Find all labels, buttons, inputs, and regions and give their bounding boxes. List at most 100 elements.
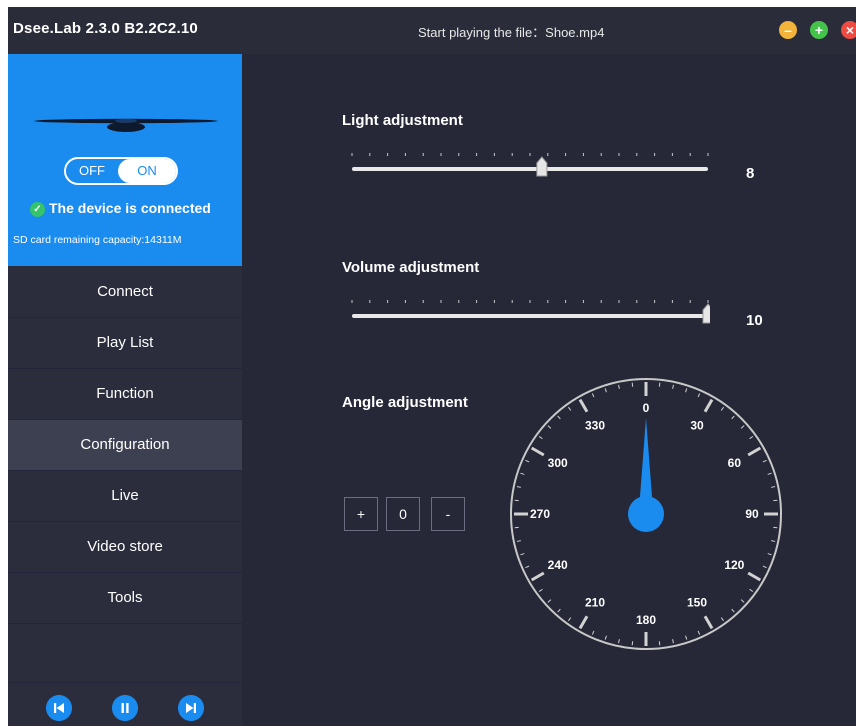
dial-tick <box>516 540 521 542</box>
dial-tick <box>672 639 674 644</box>
slider-thumb[interactable] <box>702 303 710 324</box>
dial-tick <box>720 406 724 411</box>
dial-tick <box>685 635 688 640</box>
light-label: Light adjustment <box>342 112 463 129</box>
hologram-fan-icon <box>34 118 218 132</box>
dial-label: 180 <box>636 613 656 627</box>
dial-tick <box>530 571 545 582</box>
dial-tick <box>538 588 543 592</box>
nav-item-connect[interactable]: Connect <box>8 267 242 318</box>
dial-tick <box>604 635 607 640</box>
slider-track <box>352 314 708 318</box>
app-window: Dsee.Lab 2.3.0 B2.2C2.10 Start playing t… <box>8 7 856 726</box>
dial-tick <box>762 565 767 569</box>
dial-tick <box>591 630 595 635</box>
volume-slider[interactable] <box>338 294 710 334</box>
nav-item-tools[interactable]: Tools <box>8 573 242 624</box>
nav-item-live[interactable]: Live <box>8 471 242 522</box>
check-circle-icon: ✓ <box>30 202 45 217</box>
dial-tick <box>578 615 589 630</box>
media-controls <box>8 682 242 726</box>
dial-tick <box>767 553 772 556</box>
dial-tick <box>685 388 688 393</box>
dial-label: 60 <box>728 456 742 470</box>
light-value: 8 <box>746 165 755 182</box>
connection-status: ✓ The device is connected <box>30 200 211 217</box>
configuration-panel: Light adjustment 8 Volume adjustment 10 … <box>242 54 856 726</box>
dial-tick <box>771 540 776 542</box>
dial-label: 30 <box>690 419 704 433</box>
dial-label: 150 <box>687 595 707 609</box>
minimize-button[interactable]: – <box>779 21 797 39</box>
dial-label: 300 <box>548 456 568 470</box>
sd-capacity: SD card remaining capacity:14311M <box>13 234 182 246</box>
dial-tick <box>731 415 735 420</box>
maximize-button[interactable]: + <box>810 21 828 39</box>
dial-tick <box>749 436 754 440</box>
dial-tick <box>767 472 772 475</box>
dial-tick <box>520 553 525 556</box>
dial-label: 330 <box>585 419 605 433</box>
title-bar: Dsee.Lab 2.3.0 B2.2C2.10 Start playing t… <box>8 7 856 54</box>
skip-previous-icon[interactable] <box>46 695 72 721</box>
dial-tick <box>568 617 572 622</box>
slider-thumb[interactable] <box>536 156 548 177</box>
nav-item-configuration[interactable]: Configuration <box>8 420 242 471</box>
dial-tick <box>538 436 543 440</box>
dial-tick <box>547 599 552 603</box>
nav-item-play-list[interactable]: Play List <box>8 318 242 369</box>
angle-label: Angle adjustment <box>342 394 468 411</box>
volume-label: Volume adjustment <box>342 259 480 276</box>
dial-hub <box>628 496 664 532</box>
angle-increase-button[interactable]: + <box>344 497 378 531</box>
dial-label: 240 <box>548 558 568 572</box>
dial-tick <box>747 446 762 457</box>
angle-dial[interactable]: 0 30 60 90 120 150 180 210 240 270 300 330 <box>508 376 784 652</box>
dial-tick <box>771 486 776 488</box>
app-title: Dsee.Lab 2.3.0 B2.2C2.10 <box>13 20 198 37</box>
dial-needle <box>628 418 664 532</box>
dial-tick <box>703 615 714 630</box>
dial-tick <box>740 425 745 429</box>
dial-tick <box>697 393 701 398</box>
dial-tick <box>703 398 714 413</box>
dial-tick <box>762 459 767 463</box>
dial-label: 270 <box>530 507 550 521</box>
dial-tick <box>557 415 561 420</box>
nav-item-video-store[interactable]: Video store <box>8 522 242 573</box>
dial-tick <box>697 630 701 635</box>
slider-track <box>352 167 708 171</box>
dial-tick <box>618 384 620 389</box>
dial-tick <box>672 384 674 389</box>
dial-tick <box>591 393 595 398</box>
skip-next-icon[interactable] <box>178 695 204 721</box>
close-button[interactable]: × <box>841 21 856 39</box>
dial-tick <box>520 472 525 475</box>
toggle-on-label[interactable]: ON <box>118 159 176 183</box>
dial-tick <box>530 446 545 457</box>
dial-tick <box>578 398 589 413</box>
pause-icon[interactable] <box>112 695 138 721</box>
dial-label: 90 <box>745 507 759 521</box>
dial-tick <box>525 459 530 463</box>
sidebar: OFF ON ✓ The device is connected SD card … <box>8 54 242 726</box>
volume-value: 10 <box>746 312 763 329</box>
angle-decrease-button[interactable]: - <box>431 497 465 531</box>
dial-tick <box>749 588 754 592</box>
dial-tick <box>557 608 561 613</box>
dial-tick <box>720 617 724 622</box>
nav-item-function[interactable]: Function <box>8 369 242 420</box>
playback-status: Start playing the file：Shoe.mp4 <box>418 25 605 40</box>
dial-tick <box>568 406 572 411</box>
sidebar-nav: Connect Play List Function Configuration… <box>8 267 242 624</box>
power-toggle[interactable]: OFF ON <box>64 157 178 185</box>
light-slider[interactable] <box>338 147 710 187</box>
connection-status-text: The device is connected <box>49 200 211 216</box>
dial-tick <box>618 639 620 644</box>
dial-label: 210 <box>585 595 605 609</box>
dial-tick <box>604 388 607 393</box>
toggle-off-label[interactable]: OFF <box>66 159 118 183</box>
dial-tick <box>731 608 735 613</box>
dial-tick <box>740 599 745 603</box>
angle-value-input[interactable]: 0 <box>386 497 420 531</box>
